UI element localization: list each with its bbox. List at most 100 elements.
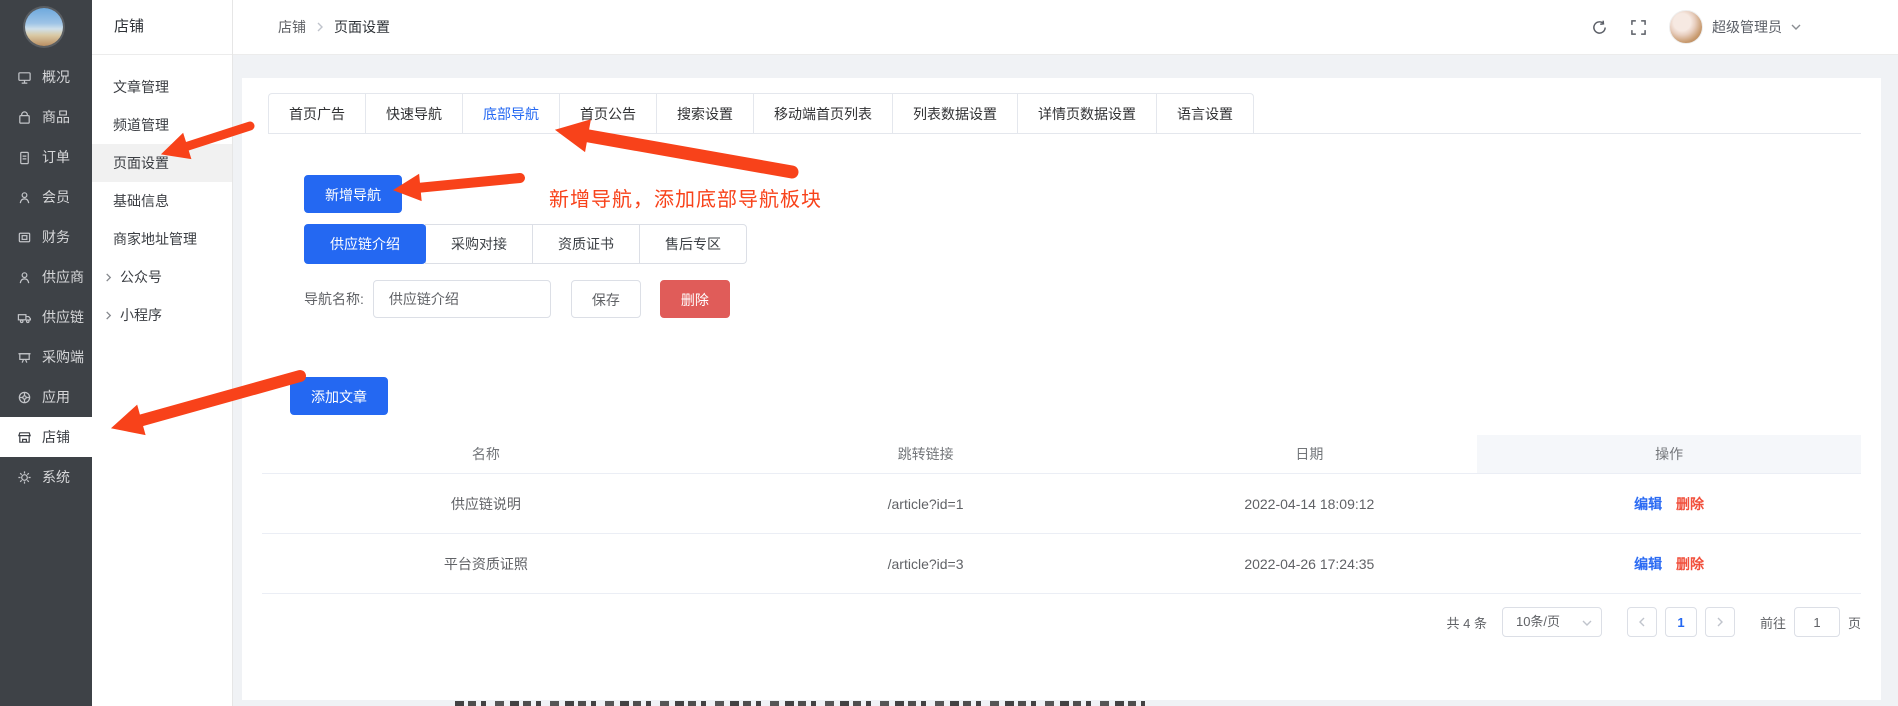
- sidebar-item-label: 概况: [42, 67, 70, 87]
- nav-group-supply-chain-intro[interactable]: 供应链介绍: [304, 224, 426, 264]
- tab-home-ads[interactable]: 首页广告: [268, 93, 365, 133]
- add-article-button[interactable]: 添加文章: [290, 377, 388, 415]
- delete-link[interactable]: 删除: [1676, 496, 1704, 512]
- tab-list-data-settings[interactable]: 列表数据设置: [892, 93, 1017, 133]
- member-icon: [17, 190, 32, 205]
- sidebar-item-procurement[interactable]: 采购端: [0, 337, 92, 377]
- cell-actions: 编辑 删除: [1477, 534, 1861, 594]
- cell-actions: 编辑 删除: [1477, 474, 1861, 534]
- fullscreen-icon[interactable]: [1630, 19, 1647, 36]
- sidebar-item-label: 商品: [42, 107, 70, 127]
- tab-home-notice[interactable]: 首页公告: [559, 93, 656, 133]
- sidebar-item-label: 店铺: [42, 427, 70, 447]
- tab-language-settings[interactable]: 语言设置: [1156, 93, 1254, 133]
- goods-icon: [17, 110, 32, 125]
- truck-icon: [17, 310, 32, 325]
- page-size-value: 10条/页: [1516, 614, 1560, 629]
- sidebar-item-label: 会员: [42, 187, 70, 207]
- tab-footer-nav[interactable]: 底部导航: [462, 93, 559, 133]
- submenu-title: 店铺: [92, 0, 232, 55]
- cell-name: 供应链说明: [262, 474, 710, 534]
- submenu-item-article-management[interactable]: 文章管理: [92, 68, 232, 106]
- submenu-group-label: 小程序: [120, 305, 162, 325]
- sidebar-item-members[interactable]: 会员: [0, 177, 92, 217]
- edit-link[interactable]: 编辑: [1634, 556, 1662, 572]
- sidebar-item-apps[interactable]: 应用: [0, 377, 92, 417]
- sidebar-item-label: 应用: [42, 387, 70, 407]
- monitor-icon: [17, 70, 32, 85]
- nav-group-qualification-cert[interactable]: 资质证书: [532, 224, 640, 264]
- sidebar-item-goods[interactable]: 商品: [0, 97, 92, 137]
- breadcrumb-shop[interactable]: 店铺: [278, 17, 306, 37]
- articles-table: 名称 跳转链接 日期 操作 供应链说明 /article?id=1 2022-0…: [262, 435, 1861, 594]
- delete-nav-button[interactable]: 删除: [660, 280, 730, 318]
- sidebar-item-shop[interactable]: 店铺: [0, 417, 92, 457]
- chevron-right-icon: [1715, 617, 1725, 627]
- table-row: 供应链说明 /article?id=1 2022-04-14 18:09:12 …: [262, 474, 1861, 534]
- prev-page-button[interactable]: [1627, 607, 1657, 637]
- nav-name-label: 导航名称:: [304, 289, 364, 309]
- sidebar-item-finance[interactable]: 财务: [0, 217, 92, 257]
- user-avatar: [1669, 10, 1703, 44]
- shop-icon: [17, 430, 32, 445]
- submenu-group-official-account[interactable]: 公众号: [92, 258, 232, 296]
- chevron-down-icon: [1582, 618, 1592, 628]
- save-button[interactable]: 保存: [571, 280, 641, 318]
- tab-quick-nav[interactable]: 快速导航: [365, 93, 462, 133]
- nav-name-form: 导航名称: 保存 删除: [304, 280, 1861, 318]
- order-icon: [17, 150, 32, 165]
- submenu-item-merchant-address[interactable]: 商家地址管理: [92, 220, 232, 258]
- tab-search-settings[interactable]: 搜索设置: [656, 93, 753, 133]
- goto-page-input[interactable]: [1794, 607, 1840, 637]
- main-area: 店铺 页面设置 超级管理员: [233, 0, 1898, 706]
- submenu-group-label: 公众号: [120, 267, 162, 287]
- next-page-button[interactable]: [1705, 607, 1735, 637]
- col-name: 名称: [262, 435, 710, 474]
- tab-mobile-home-list[interactable]: 移动端首页列表: [753, 93, 892, 133]
- sidebar-item-label: 供应商: [42, 267, 84, 287]
- top-bar: 店铺 页面设置 超级管理员: [233, 0, 1898, 55]
- main-nav: 概况 商品 订单 会员 财务 供应商: [0, 57, 92, 497]
- finance-icon: [17, 230, 32, 245]
- chevron-right-icon: [104, 273, 113, 282]
- sidebar-item-label: 财务: [42, 227, 70, 247]
- site-logo[interactable]: [25, 8, 63, 46]
- chevron-right-icon: [315, 22, 325, 32]
- sidebar-item-label: 系统: [42, 467, 70, 487]
- footer-nav-groups: 供应链介绍 采购对接 资质证书 售后专区: [304, 224, 1861, 264]
- edit-link[interactable]: 编辑: [1634, 496, 1662, 512]
- sidebar-item-suppliers[interactable]: 供应商: [0, 257, 92, 297]
- procurement-icon: [17, 350, 32, 365]
- cell-name: 平台资质证照: [262, 534, 710, 594]
- sidebar-item-orders[interactable]: 订单: [0, 137, 92, 177]
- goto-label: 前往: [1760, 613, 1786, 632]
- submenu-item-page-settings[interactable]: 页面设置: [92, 144, 232, 182]
- user-menu[interactable]: 超级管理员: [1669, 10, 1801, 44]
- chevron-right-icon: [104, 311, 113, 320]
- nav-name-input[interactable]: [373, 280, 551, 318]
- page-settings-card: 首页广告 快速导航 底部导航 首页公告 搜索设置 移动端首页列表 列表数据设置 …: [242, 78, 1881, 700]
- delete-link[interactable]: 删除: [1676, 556, 1704, 572]
- sidebar-item-overview[interactable]: 概况: [0, 57, 92, 97]
- nav-group-procurement-docking[interactable]: 采购对接: [425, 224, 533, 264]
- sidebar-item-supply-chain[interactable]: 供应链: [0, 297, 92, 337]
- submenu-group-mini-program[interactable]: 小程序: [92, 296, 232, 334]
- submenu-item-channel-management[interactable]: 频道管理: [92, 106, 232, 144]
- page-size-select[interactable]: 10条/页: [1502, 607, 1602, 637]
- submenu-list: 文章管理 频道管理 页面设置 基础信息 商家地址管理 公众号 小程序: [92, 55, 232, 334]
- sidebar-item-label: 采购端: [42, 347, 84, 367]
- sidebar-item-system[interactable]: 系统: [0, 457, 92, 497]
- tab-detail-data-settings[interactable]: 详情页数据设置: [1017, 93, 1156, 133]
- gear-icon: [17, 470, 32, 485]
- col-actions: 操作: [1477, 435, 1861, 474]
- page-number-button[interactable]: 1: [1665, 607, 1697, 637]
- submenu-item-basic-info[interactable]: 基础信息: [92, 182, 232, 220]
- cell-link: /article?id=3: [710, 534, 1142, 594]
- nav-group-after-sales[interactable]: 售后专区: [639, 224, 747, 264]
- breadcrumb-page-settings: 页面设置: [334, 17, 390, 37]
- clipped-text-strip: [455, 701, 1145, 706]
- pagination-total: 共 4 条: [1447, 613, 1487, 632]
- refresh-icon[interactable]: [1591, 19, 1608, 36]
- breadcrumb: 店铺 页面设置: [278, 0, 390, 54]
- add-nav-button[interactable]: 新增导航: [304, 175, 402, 213]
